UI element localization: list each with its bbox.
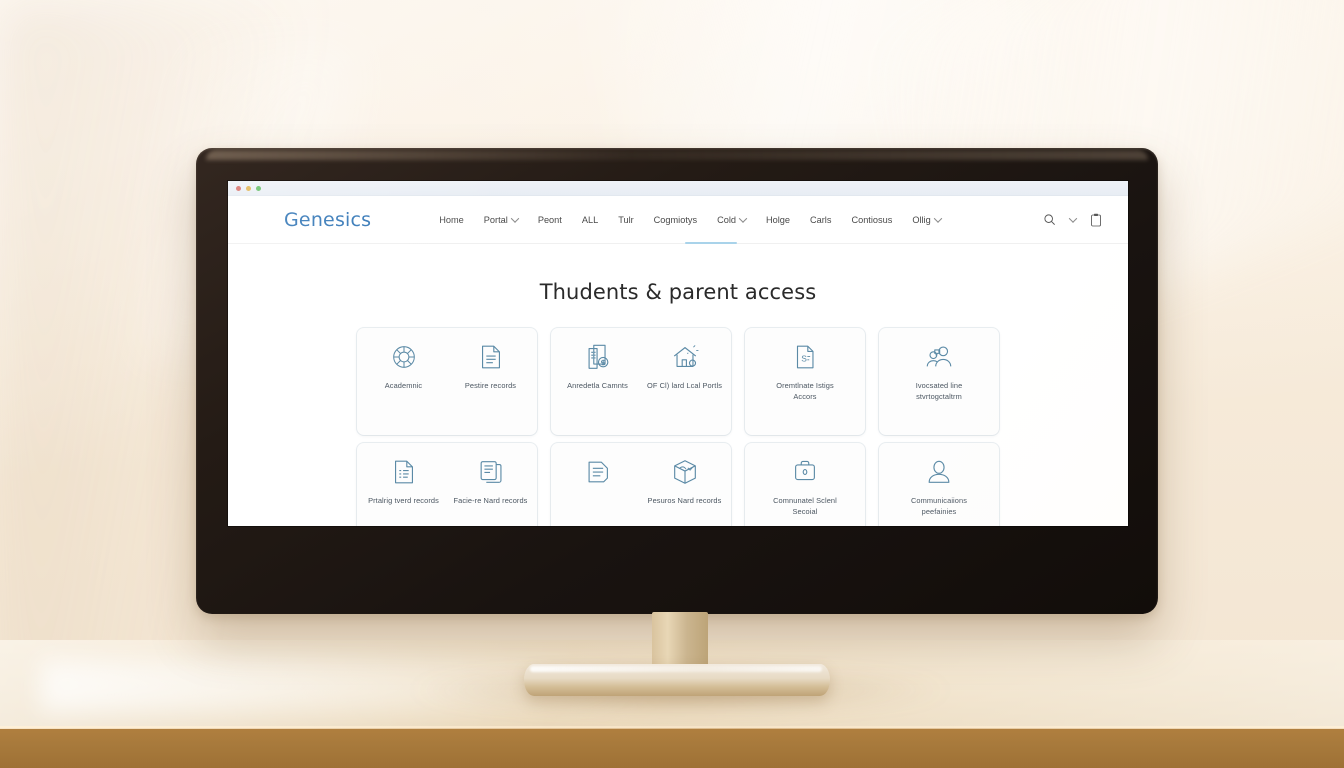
nav-label: Cold: [717, 214, 736, 225]
nav-item-cogmiotys[interactable]: Cogmiotys: [654, 215, 697, 225]
clipboard-icon[interactable]: [1090, 213, 1102, 227]
monitor-stand-highlight: [530, 666, 822, 672]
close-window-button[interactable]: [236, 185, 241, 191]
invoice-dollar-icon: [583, 342, 613, 372]
document-lines-icon: [476, 342, 506, 372]
nav-label: Home: [439, 214, 464, 225]
card-counselor-services[interactable]: Comnunatel Sclenl Secoial: [745, 443, 865, 526]
tile-communicaiions-peefainies[interactable]: Communicaiions peefainies: [901, 457, 977, 517]
nav-label: ALL: [581, 214, 599, 225]
svg-text:S: S: [801, 354, 807, 364]
nav-label: Peont: [537, 214, 562, 225]
tile-label: Oremtlnate Istigs Accors: [776, 381, 834, 401]
nav-item-tulr[interactable]: Tulr: [618, 215, 633, 225]
two-people-icon: [924, 342, 954, 372]
card-pending-records[interactable]: Prtalrig tverd records Facie-re Nard rec…: [357, 443, 537, 526]
chevron-down-icon[interactable]: [1070, 217, 1076, 223]
nav-label: Carls: [810, 214, 832, 225]
tile-of-cl-lard-lcal-portls[interactable]: OF Cl) lard Lcal Portls: [646, 342, 723, 392]
main-navigation: Home Portal Peont ALL Tulr Cogmiotys Col…: [439, 215, 940, 225]
card-academic-records[interactable]: Academnic Pestire records: [357, 328, 537, 435]
desk-edge-highlight: [0, 726, 1344, 729]
nav-item-ollig[interactable]: Ollig: [912, 215, 940, 225]
tile-ivocsated-line-stvrtogctaltrm[interactable]: Ivocsated line stvrtogctaltrm: [901, 342, 977, 402]
nav-item-peont[interactable]: Peont: [538, 215, 562, 225]
search-icon[interactable]: [1043, 213, 1056, 226]
tile-label: Pesuros Nard records: [647, 496, 722, 505]
screen: Genesics Home Portal Peont ALL Tulr Cogm…: [228, 181, 1128, 526]
person-icon: [924, 457, 954, 487]
nav-item-holge[interactable]: Holge: [766, 215, 790, 225]
nav-item-contiosus[interactable]: Contiosus: [851, 215, 892, 225]
bezel-highlight: [206, 150, 1148, 160]
page-title: Thudents & parent access: [539, 280, 817, 304]
nav-item-home[interactable]: Home: [439, 215, 464, 225]
folder-lines-icon: [583, 457, 613, 487]
segmented-circle-icon: [389, 342, 419, 372]
file-s-icon: S: [790, 342, 820, 372]
tile-label: Facie-re Nard records: [453, 496, 528, 505]
cube-icon: [670, 457, 700, 487]
card-communications[interactable]: Communicaiions peefainies: [879, 443, 999, 526]
card-column: Academnic Pestire records Prtalrig tverd…: [357, 328, 537, 526]
tile-oremtlnate-istigs-accors[interactable]: S Oremtlnate Istigs Accors: [767, 342, 843, 402]
nav-label: Cogmiotys: [653, 214, 698, 225]
tile-pesuros-nard-records[interactable]: Pesuros Nard records: [646, 457, 723, 507]
card-column: Ivocsated line stvrtogctaltrm Communicai…: [879, 328, 999, 526]
tile-pestire-records[interactable]: Pestire records: [452, 342, 529, 392]
desk-front-edge: [0, 728, 1344, 768]
document-list-icon: [389, 457, 419, 487]
chevron-down-icon: [935, 217, 941, 223]
tile-label: Anredetla Camnts: [567, 381, 628, 390]
card-column: S Oremtlnate Istigs Accors Comnunatel Sc…: [745, 328, 865, 526]
tile-comnunatel-sclenl-secoial[interactable]: Comnunatel Sclenl Secoial: [767, 457, 843, 517]
nav-label: Tulr: [618, 214, 634, 225]
site-header: Genesics Home Portal Peont ALL Tulr Cogm…: [228, 196, 1128, 244]
tile-facierre-nard-records[interactable]: Facie-re Nard records: [452, 457, 529, 507]
nav-label: Contiosus: [851, 214, 893, 225]
brand-logo[interactable]: Genesics: [284, 209, 371, 231]
nav-label: Holge: [765, 214, 790, 225]
nav-item-portal[interactable]: Portal: [484, 215, 518, 225]
tile-label: Comnunatel Sclenl Secoial: [773, 496, 837, 516]
nav-item-cold[interactable]: Cold: [717, 215, 746, 225]
clipboard-stack-icon: [476, 457, 506, 487]
minimize-window-button[interactable]: [246, 185, 251, 191]
nav-item-all[interactable]: ALL: [582, 215, 598, 225]
tile-label: Communicaiions peefainies: [910, 496, 968, 516]
card-accounts-portals[interactable]: Anredetla Camnts OF Cl) lard Lcal Portls: [551, 328, 731, 435]
card-student-records[interactable]: S Oremtlnate Istigs Accors: [745, 328, 865, 435]
tile-anredetla-camnts[interactable]: Anredetla Camnts: [559, 342, 636, 392]
nav-item-carls[interactable]: Carls: [810, 215, 831, 225]
header-actions: [1043, 213, 1102, 227]
nav-label: Portal: [483, 214, 508, 225]
tile-prtalrig-tverd-records[interactable]: Prtalrig tverd records: [365, 457, 442, 507]
house-icon: [670, 342, 700, 372]
monitor-frame: Genesics Home Portal Peont ALL Tulr Cogm…: [196, 148, 1158, 614]
nav-label: Ollig: [912, 214, 931, 225]
tile-label: Ivocsated line stvrtogctaltrm: [915, 381, 963, 401]
chevron-down-icon: [740, 217, 746, 223]
tile-academnic[interactable]: Academnic: [365, 342, 442, 392]
page-content: Thudents & parent access Academnic Pesti…: [228, 244, 1128, 526]
browser-titlebar: [228, 181, 1128, 196]
maximize-window-button[interactable]: [256, 185, 261, 191]
briefcase-icon: [790, 457, 820, 487]
chevron-down-icon: [512, 217, 518, 223]
card-grid: Academnic Pestire records Prtalrig tverd…: [228, 328, 1128, 526]
card-column: Anredetla Camnts OF Cl) lard Lcal Portls…: [551, 328, 731, 526]
tile-label: Academnic: [384, 381, 423, 390]
card-resources[interactable]: Pesuros Nard records: [551, 443, 731, 526]
tile-folder-documents[interactable]: [559, 457, 636, 496]
tile-label: Pestire records: [464, 381, 517, 390]
tile-label: OF Cl) lard Lcal Portls: [647, 381, 722, 390]
card-messaging[interactable]: Ivocsated line stvrtogctaltrm: [879, 328, 999, 435]
tile-label: Prtalrig tverd records: [368, 496, 439, 505]
